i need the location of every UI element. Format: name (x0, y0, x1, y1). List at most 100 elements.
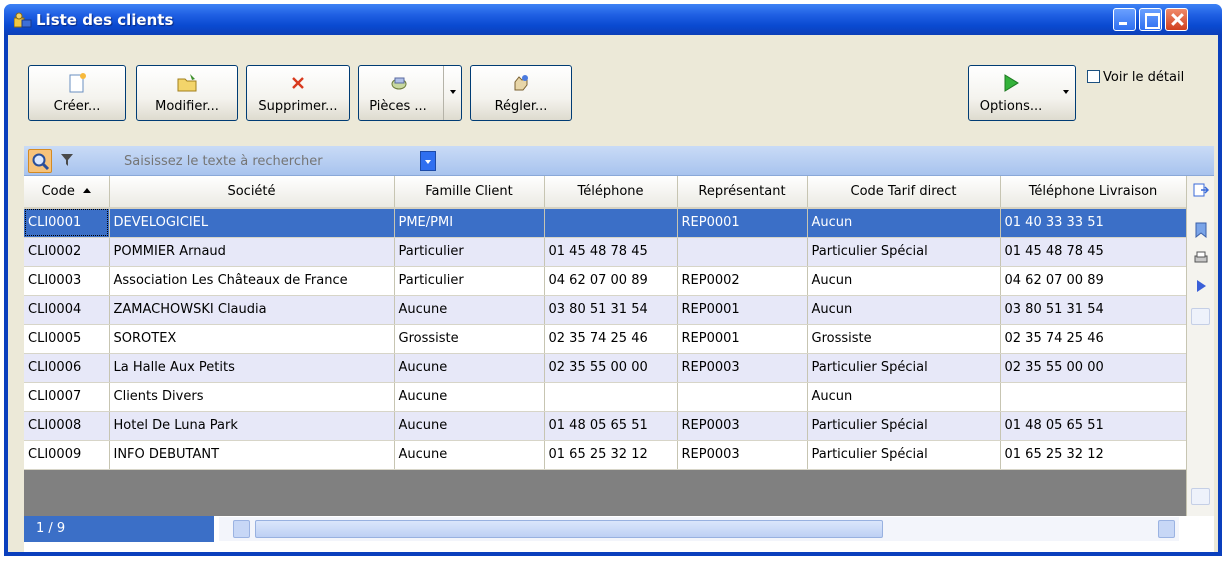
cell-tariff[interactable]: Aucun (807, 382, 1001, 412)
scroll-up-button[interactable] (1191, 308, 1210, 325)
column-header-delivery-phone[interactable]: Téléphone Livraison (1000, 176, 1187, 209)
cell-delivery-phone[interactable]: 02 35 74 25 46 (1000, 324, 1187, 354)
cell-tariff[interactable]: Particulier Spécial (807, 353, 1001, 383)
cell-code[interactable]: CLI0004 (24, 295, 110, 325)
cell-family[interactable]: Aucune (394, 382, 545, 412)
cell-code[interactable]: CLI0009 (24, 440, 110, 470)
cell-representative[interactable] (677, 237, 808, 267)
cell-delivery-phone[interactable]: 04 62 07 00 89 (1000, 266, 1187, 296)
cell-family[interactable]: Grossiste (394, 324, 545, 354)
filter-icon[interactable] (60, 153, 74, 167)
cell-phone[interactable]: 01 48 05 65 51 (544, 411, 678, 441)
table-row[interactable]: CLI0001 DEVELOGICIEL PME/PMI REP0001 Aucun 01… (24, 208, 1187, 238)
cell-representative[interactable]: REP0003 (677, 353, 808, 383)
column-header-code[interactable]: Code (24, 176, 110, 209)
cell-phone[interactable]: 01 65 25 32 12 (544, 440, 678, 470)
cell-family[interactable]: Aucune (394, 353, 545, 383)
cell-company[interactable]: DEVELOGICIEL (109, 208, 395, 238)
search-input[interactable] (86, 149, 386, 173)
detail-checkbox[interactable]: Voir le détail (1087, 70, 1184, 85)
minimize-button[interactable] (1113, 8, 1136, 31)
cell-code[interactable]: CLI0006 (24, 353, 110, 383)
cell-family[interactable]: Particulier (394, 266, 545, 296)
cell-delivery-phone[interactable]: 01 45 48 78 45 (1000, 237, 1187, 267)
table-row[interactable]: CLI0004 ZAMACHOWSKI Claudia Aucune 03 80 51… (24, 295, 1187, 325)
table-row[interactable]: CLI0007 Clients Divers Aucune Aucun (24, 382, 1187, 412)
column-header-tariff[interactable]: Code Tarif direct (807, 176, 1001, 209)
table-row[interactable]: CLI0005 SOROTEX Grossiste 02 35 74 25 46 REP… (24, 324, 1187, 354)
create-button[interactable]: Créer... (28, 65, 126, 121)
table-row[interactable]: CLI0008 Hotel De Luna Park Aucune 01 48 05 … (24, 411, 1187, 441)
title-bar[interactable]: Liste des clients (4, 4, 1222, 35)
checkbox-box[interactable] (1087, 70, 1100, 83)
scroll-right-button[interactable] (1158, 520, 1175, 538)
cell-phone[interactable]: 01 45 48 78 45 (544, 237, 678, 267)
cell-phone[interactable]: 02 35 55 00 00 (544, 353, 678, 383)
cell-delivery-phone[interactable]: 02 35 55 00 00 (1000, 353, 1187, 383)
cell-tariff[interactable]: Particulier Spécial (807, 237, 1001, 267)
table-row[interactable]: CLI0002 POMMIER Arnaud Particulier 01 45 48… (24, 237, 1187, 267)
cell-representative[interactable]: REP0001 (677, 208, 808, 238)
search-button[interactable] (28, 149, 52, 173)
cell-family[interactable]: Aucune (394, 411, 545, 441)
column-header-family[interactable]: Famille Client (394, 176, 545, 209)
chevron-down-icon[interactable] (450, 90, 456, 94)
bookmark-icon[interactable] (1193, 222, 1209, 238)
cell-company[interactable]: Hotel De Luna Park (109, 411, 395, 441)
cell-phone[interactable] (544, 382, 678, 412)
cell-delivery-phone[interactable] (1000, 382, 1187, 412)
scroll-thumb[interactable] (255, 520, 883, 538)
column-header-phone[interactable]: Téléphone (544, 176, 678, 209)
cell-delivery-phone[interactable]: 01 65 25 32 12 (1000, 440, 1187, 470)
scroll-left-button[interactable] (233, 520, 250, 538)
settings-button[interactable]: Régler... (470, 65, 572, 121)
table-row[interactable]: CLI0009 INFO DEBUTANT Aucune 01 65 25 32 12… (24, 440, 1187, 470)
cell-code[interactable]: CLI0008 (24, 411, 110, 441)
column-header-company[interactable]: Société (109, 176, 395, 209)
play-right-icon[interactable] (1193, 278, 1209, 294)
cell-tariff[interactable]: Particulier Spécial (807, 411, 1001, 441)
cell-code[interactable]: CLI0007 (24, 382, 110, 412)
cell-family[interactable]: Particulier (394, 237, 545, 267)
cell-family[interactable]: Aucune (394, 440, 545, 470)
cell-phone[interactable]: 03 80 51 31 54 (544, 295, 678, 325)
cell-phone[interactable]: 02 35 74 25 46 (544, 324, 678, 354)
delete-button[interactable]: Supprimer... (246, 65, 350, 121)
cell-representative[interactable]: REP0003 (677, 440, 808, 470)
cell-tariff[interactable]: Aucun (807, 208, 1001, 238)
cell-company[interactable]: ZAMACHOWSKI Claudia (109, 295, 395, 325)
search-dropdown-button[interactable] (420, 151, 436, 171)
cell-code[interactable]: CLI0003 (24, 266, 110, 296)
cell-company[interactable]: Association Les Châteaux de France (109, 266, 395, 296)
cell-company[interactable]: Clients Divers (109, 382, 395, 412)
options-button[interactable]: Options... (968, 65, 1076, 121)
print-icon[interactable] (1193, 250, 1209, 266)
cell-family[interactable]: PME/PMI (394, 208, 545, 238)
cell-representative[interactable]: REP0002 (677, 266, 808, 296)
cell-company[interactable]: La Halle Aux Petits (109, 353, 395, 383)
cell-representative[interactable] (677, 382, 808, 412)
table-row[interactable]: CLI0006 La Halle Aux Petits Aucune 02 35 55… (24, 353, 1187, 383)
close-button[interactable] (1165, 8, 1188, 31)
chevron-down-icon[interactable] (1063, 90, 1069, 94)
cell-code[interactable]: CLI0001 (24, 208, 110, 238)
cell-representative[interactable]: REP0003 (677, 411, 808, 441)
cell-representative[interactable]: REP0001 (677, 295, 808, 325)
cell-code[interactable]: CLI0002 (24, 237, 110, 267)
cell-tariff[interactable]: Aucun (807, 295, 1001, 325)
cell-family[interactable]: Aucune (394, 295, 545, 325)
cell-tariff[interactable]: Particulier Spécial (807, 440, 1001, 470)
cell-company[interactable]: POMMIER Arnaud (109, 237, 395, 267)
table-row[interactable]: CLI0003 Association Les Châteaux de Franc… (24, 266, 1187, 296)
pieces-button[interactable]: Pièces ... (358, 65, 462, 121)
cell-delivery-phone[interactable]: 03 80 51 31 54 (1000, 295, 1187, 325)
cell-company[interactable]: INFO DEBUTANT (109, 440, 395, 470)
cell-delivery-phone[interactable]: 01 48 05 65 51 (1000, 411, 1187, 441)
maximize-button[interactable] (1139, 8, 1162, 31)
scroll-down-button[interactable] (1191, 488, 1210, 505)
column-header-representative[interactable]: Représentant (677, 176, 808, 209)
cell-phone[interactable] (544, 208, 678, 238)
cell-delivery-phone[interactable]: 01 40 33 33 51 (1000, 208, 1187, 238)
cell-tariff[interactable]: Aucun (807, 266, 1001, 296)
cell-tariff[interactable]: Grossiste (807, 324, 1001, 354)
